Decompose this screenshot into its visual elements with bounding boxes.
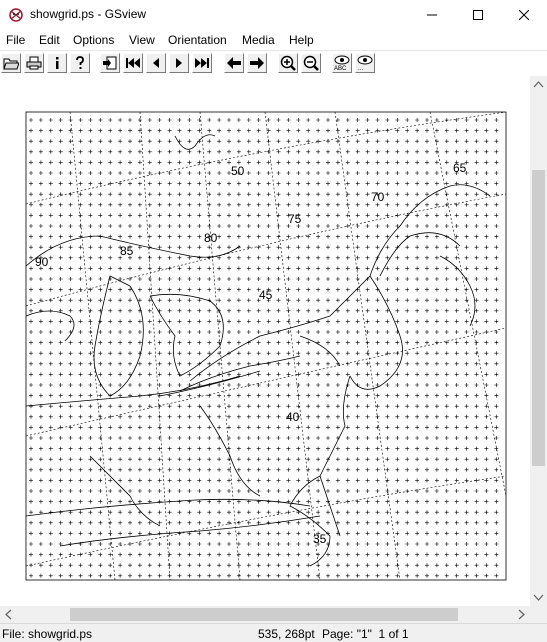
menu-help[interactable]: Help	[289, 33, 314, 47]
lon-label-80: 80	[204, 231, 218, 245]
minimize-icon	[427, 14, 437, 16]
next-page-button[interactable]	[169, 53, 189, 73]
help-button[interactable]	[70, 53, 90, 73]
scroll-down-icon[interactable]	[530, 589, 547, 606]
zoom-in-icon	[280, 55, 296, 71]
help-icon	[76, 56, 84, 69]
print-button[interactable]	[24, 53, 44, 73]
lat-label-50: 50	[231, 164, 245, 178]
open-icon	[3, 58, 19, 70]
vertical-scroll-thumb[interactable]	[532, 170, 545, 466]
scroll-left-icon[interactable]	[0, 606, 17, 623]
status-page: Page: "1" 1 of 1	[322, 627, 409, 641]
title-bar: showgrid.ps - GSview	[0, 0, 547, 30]
menu-view[interactable]: View	[129, 33, 155, 47]
menu-media[interactable]: Media	[242, 33, 275, 47]
page-border	[25, 111, 507, 581]
open-button[interactable]	[1, 53, 21, 73]
view-text-button[interactable]: ABC	[332, 53, 352, 73]
lat-label-40: 40	[286, 410, 300, 424]
view-clip-icon: ...	[357, 55, 373, 71]
back-button[interactable]	[224, 53, 244, 73]
status-coordinates: 535, 268pt	[258, 627, 315, 641]
zoom-in-button[interactable]	[278, 53, 298, 73]
close-button[interactable]	[501, 0, 547, 30]
maximize-icon	[473, 10, 483, 20]
view-clip-button[interactable]: ...	[355, 53, 375, 73]
status-bar: File: showgrid.ps 535, 268pt Page: "1" 1…	[0, 623, 547, 642]
toolbar: ABC ...	[0, 50, 547, 77]
vertical-scrollbar[interactable]	[530, 76, 547, 606]
back-icon	[227, 57, 241, 69]
lon-label-90: 90	[35, 255, 49, 269]
document-viewport[interactable]: 50 45 40 35 90 85 80 75 70 65	[0, 76, 530, 606]
next-page-icon	[176, 58, 182, 68]
first-page-icon	[126, 58, 140, 68]
first-page-button[interactable]	[123, 53, 143, 73]
status-file: File: showgrid.ps	[2, 627, 93, 641]
lon-label-70: 70	[371, 190, 385, 204]
svg-text:...: ...	[358, 66, 363, 71]
last-page-button[interactable]	[192, 53, 212, 73]
print-icon	[26, 56, 42, 70]
menu-edit[interactable]: Edit	[39, 33, 60, 47]
lon-label-85: 85	[120, 244, 134, 258]
gsview-ghost-icon[interactable]	[8, 7, 24, 23]
view-text-icon: ABC	[334, 55, 350, 71]
close-icon	[519, 10, 529, 20]
svg-text:ABC: ABC	[334, 66, 347, 71]
horizontal-scroll-thumb[interactable]	[70, 608, 458, 621]
menu-bar: File Edit Options View Orientation Media…	[0, 30, 547, 50]
forward-button[interactable]	[247, 53, 267, 73]
goto-page-icon	[103, 56, 117, 70]
lat-label-35: 35	[313, 532, 327, 546]
scroll-up-icon[interactable]	[530, 76, 547, 93]
scroll-right-icon[interactable]	[513, 606, 530, 623]
lat-label-45: 45	[259, 288, 273, 302]
scrollbar-corner	[530, 606, 547, 623]
map-page: 50 45 40 35 90 85 80 75 70 65	[25, 111, 507, 581]
goto-page-button[interactable]	[100, 53, 120, 73]
zoom-out-button[interactable]	[301, 53, 321, 73]
last-page-icon	[195, 58, 209, 68]
prev-page-icon	[153, 58, 159, 68]
info-icon	[56, 57, 59, 69]
minimize-button[interactable]	[409, 0, 455, 30]
window-title: showgrid.ps - GSview	[30, 7, 147, 21]
menu-options[interactable]: Options	[73, 33, 114, 47]
prev-page-button[interactable]	[146, 53, 166, 73]
menu-file[interactable]: File	[6, 33, 25, 47]
lon-label-75: 75	[288, 212, 302, 226]
maximize-button[interactable]	[455, 0, 501, 30]
forward-icon	[250, 57, 264, 69]
menu-orientation[interactable]: Orientation	[168, 33, 227, 47]
zoom-out-icon	[303, 55, 319, 71]
lon-label-65: 65	[453, 161, 467, 175]
horizontal-scrollbar[interactable]	[0, 606, 530, 623]
info-button[interactable]	[47, 53, 67, 73]
